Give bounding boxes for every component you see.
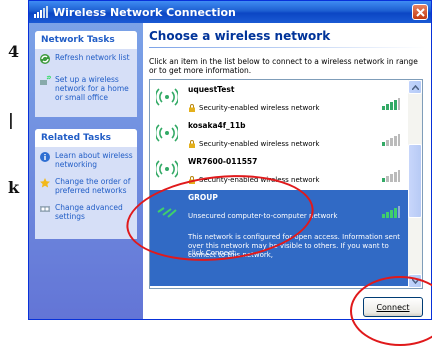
security-label: Security-enabled wireless network bbox=[199, 176, 320, 184]
setup-network-link[interactable]: Set up a wireless network for a home or … bbox=[35, 67, 137, 104]
network-item[interactable]: WR7600-011557 Security-enabled wireless … bbox=[150, 154, 408, 188]
doc-fragment-2: | bbox=[8, 110, 14, 129]
scroll-up-button[interactable] bbox=[408, 80, 422, 94]
instructions-text: Click an item in the list below to conne… bbox=[149, 57, 418, 75]
network-tasks-heading: Network Tasks bbox=[35, 31, 137, 49]
signal-strength-icon bbox=[382, 98, 400, 110]
doc-fragment-1: 4 bbox=[8, 42, 20, 61]
connect-label: Connect bbox=[376, 302, 410, 312]
learn-wireless-link[interactable]: Learn about wireless networking bbox=[35, 147, 137, 171]
change-order-label: Change the order of preferred networks bbox=[55, 177, 131, 195]
advanced-settings-label: Change advanced settings bbox=[55, 203, 123, 221]
title-bar[interactable]: Wireless Network Connection bbox=[29, 1, 431, 23]
close-button[interactable] bbox=[412, 4, 428, 20]
learn-wireless-label: Learn about wireless networking bbox=[55, 151, 133, 169]
network-name: kosaka4f_11b bbox=[188, 121, 246, 130]
network-security: Security-enabled wireless network bbox=[188, 176, 319, 184]
wireless-signal-icon bbox=[156, 124, 178, 142]
security-label: Security-enabled wireless network bbox=[199, 140, 320, 148]
scroll-down-button[interactable] bbox=[408, 274, 422, 288]
computer-to-computer-icon bbox=[157, 207, 177, 218]
signal-strength-icon bbox=[382, 134, 400, 146]
main-pane: Choose a wireless network Click an item … bbox=[143, 23, 431, 319]
network-item[interactable]: uquestTest Security-enabled wireless net… bbox=[150, 82, 408, 116]
chevron-up-icon bbox=[411, 84, 419, 90]
related-tasks-heading: Related Tasks bbox=[35, 129, 137, 147]
network-name: WR7600-011557 bbox=[188, 157, 258, 166]
star-icon bbox=[40, 178, 50, 188]
advanced-settings-link[interactable]: Change advanced settings bbox=[35, 197, 137, 223]
wireless-signal-icon bbox=[156, 88, 178, 106]
info-icon bbox=[40, 152, 50, 162]
network-security: Security-enabled wireless network bbox=[188, 104, 319, 112]
setup-network-icon bbox=[40, 75, 51, 85]
lock-icon bbox=[189, 140, 195, 148]
network-item-selected[interactable]: GROUP Unsecured computer-to-computer net… bbox=[150, 190, 408, 286]
signal-strength-icon bbox=[382, 206, 400, 218]
page-title: Choose a wireless network bbox=[149, 29, 331, 43]
signal-strength-icon bbox=[382, 170, 400, 182]
refresh-icon bbox=[40, 54, 50, 64]
setup-network-label: Set up a wireless network for a home or … bbox=[55, 75, 129, 102]
doc-fragment-3: k bbox=[8, 178, 20, 197]
task-pane: Network Tasks Refresh network list Set u… bbox=[29, 23, 143, 319]
close-icon bbox=[415, 7, 425, 17]
settings-icon bbox=[40, 206, 50, 212]
network-item[interactable]: kosaka4f_11b Security-enabled wireless n… bbox=[150, 118, 408, 152]
network-security: Unsecured computer-to-computer network bbox=[188, 212, 337, 220]
related-tasks-panel: Related Tasks Learn about wireless netwo… bbox=[35, 129, 137, 239]
network-list[interactable]: uquestTest Security-enabled wireless net… bbox=[149, 79, 423, 289]
connect-button[interactable]: Connect bbox=[363, 297, 423, 317]
wireless-icon bbox=[34, 6, 48, 18]
network-name: uquestTest bbox=[188, 85, 235, 94]
network-security: Security-enabled wireless network bbox=[188, 140, 319, 148]
title-separator bbox=[149, 47, 425, 48]
network-name: GROUP bbox=[188, 193, 218, 202]
wireless-signal-icon bbox=[156, 160, 178, 178]
scroll-thumb[interactable] bbox=[408, 144, 422, 218]
network-tasks-panel: Network Tasks Refresh network list Set u… bbox=[35, 31, 137, 117]
lock-icon bbox=[189, 104, 195, 112]
refresh-network-list-link[interactable]: Refresh network list bbox=[35, 49, 137, 67]
lock-icon bbox=[189, 176, 195, 184]
document-margin: 4 | k bbox=[0, 0, 28, 320]
change-order-link[interactable]: Change the order of preferred networks bbox=[35, 171, 137, 197]
network-info-cut: click Connect. bbox=[188, 249, 238, 257]
security-label: Security-enabled wireless network bbox=[199, 104, 320, 112]
wireless-network-window: Wireless Network Connection Network Task… bbox=[28, 0, 432, 320]
refresh-label: Refresh network list bbox=[55, 53, 130, 62]
scrollbar[interactable] bbox=[408, 80, 422, 288]
window-title: Wireless Network Connection bbox=[53, 5, 236, 19]
security-label: Unsecured computer-to-computer network bbox=[188, 212, 338, 220]
chevron-down-icon bbox=[411, 278, 419, 284]
